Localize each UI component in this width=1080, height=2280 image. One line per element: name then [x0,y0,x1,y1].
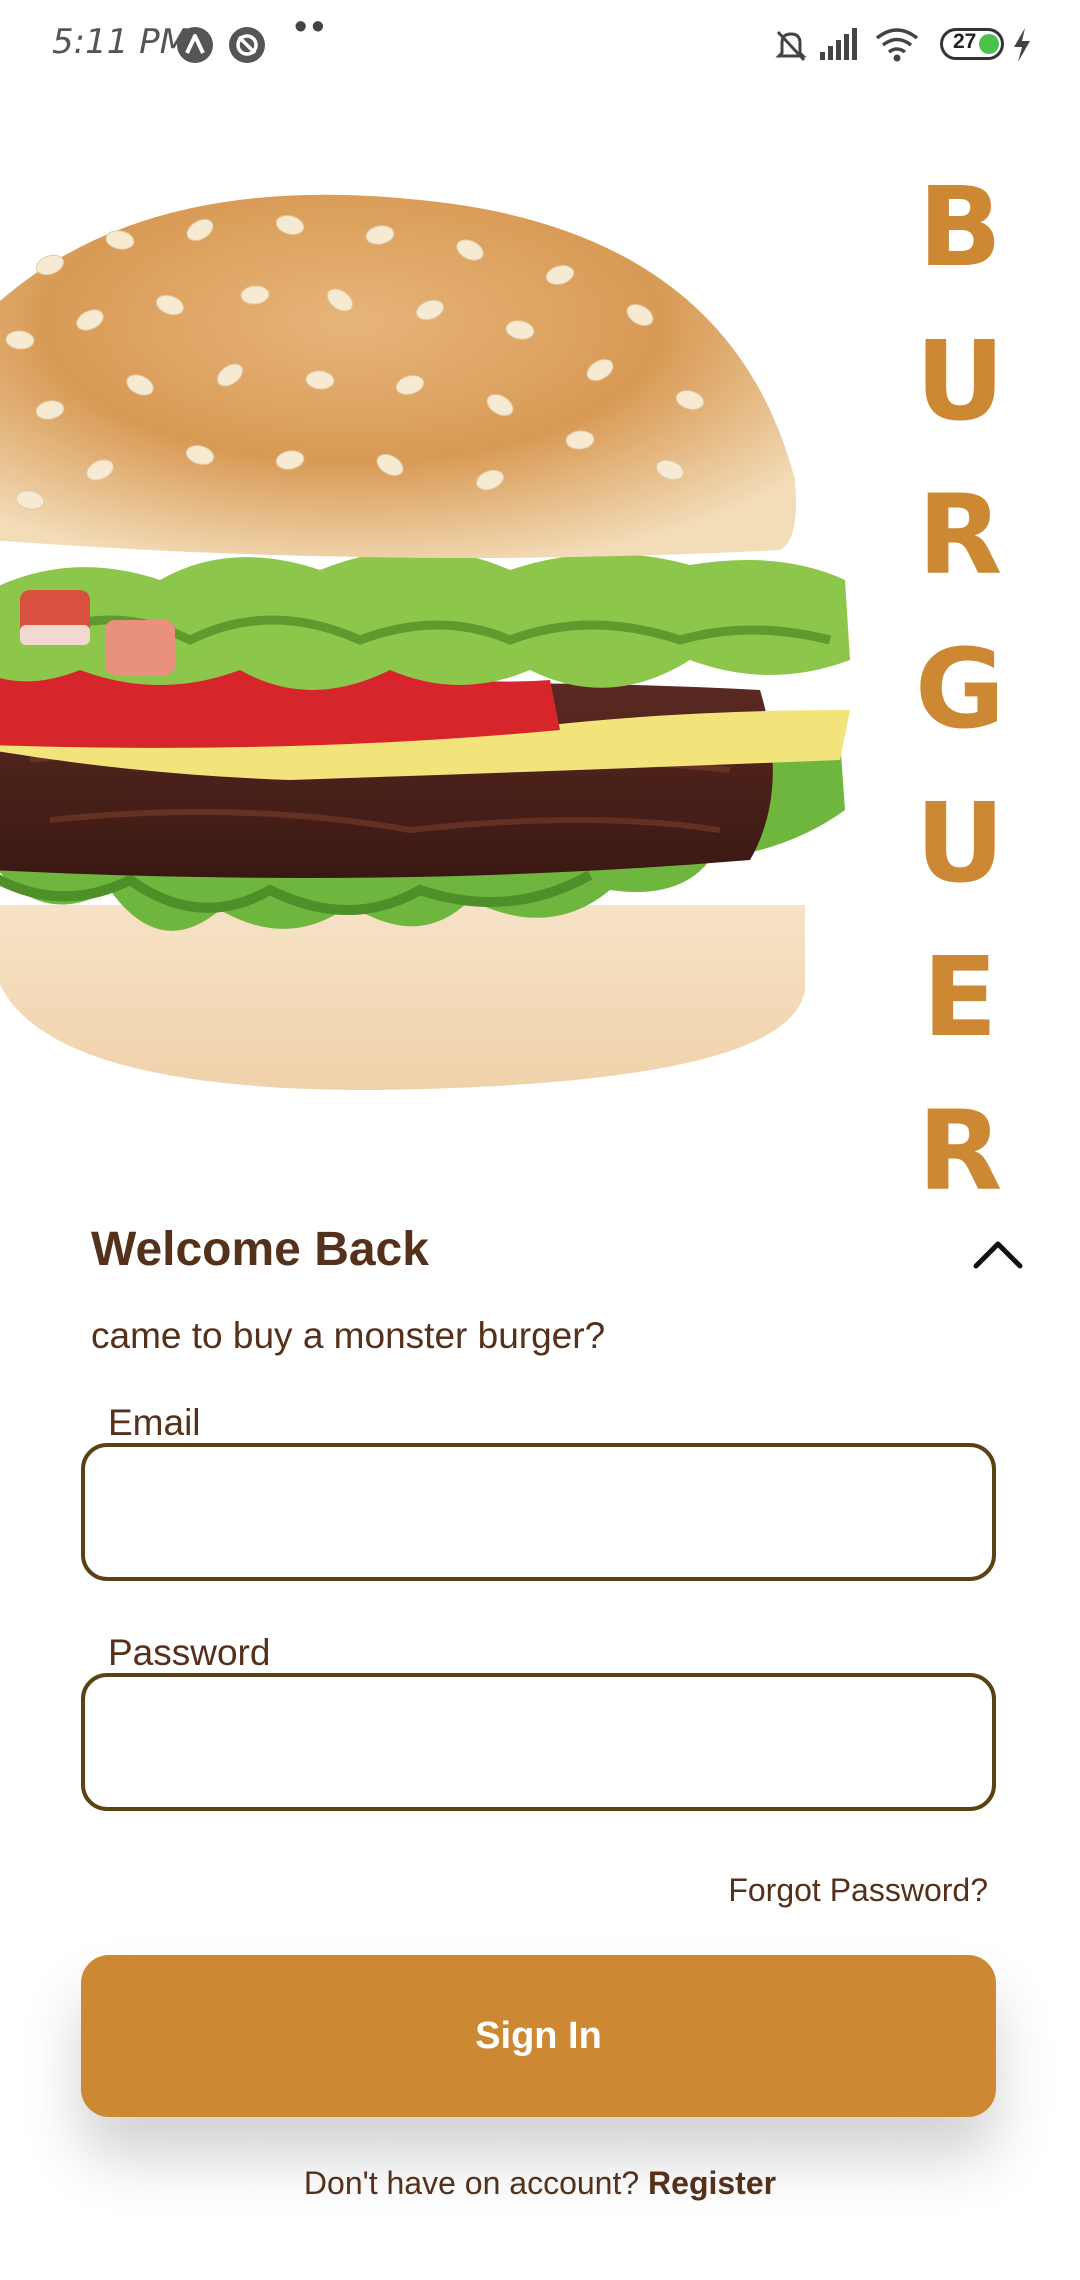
welcome-subtitle: came to buy a monster burger? [91,1315,606,1356]
password-field[interactable] [81,1673,996,1811]
status-bar: 5:11 PM •• 27 [0,0,1080,90]
forgot-password-link[interactable]: Forgot Password? [728,1872,988,1909]
app-icon-a [177,27,213,63]
app-icon-block [229,27,265,63]
brand-letter: R [917,1087,1003,1215]
burger-illustration [0,194,850,1090]
chevron-up-icon[interactable] [970,1236,1026,1272]
battery-level: 27 [953,30,977,53]
status-overflow-dots: •• [294,6,329,48]
email-label: Email [108,1402,201,1443]
email-field[interactable] [81,1443,996,1581]
brand-letter: R [917,471,1003,599]
wifi-icon [875,28,919,62]
brand-letter: U [915,317,1005,445]
welcome-title: Welcome Back [91,1223,429,1276]
battery-fill [979,34,999,54]
mute-bell-icon [775,30,807,62]
battery-icon: 27 [940,28,1004,60]
brand-letter: U [915,779,1005,907]
status-time: 5:11 PM [52,22,189,62]
brand-letter: G [914,625,1006,753]
signal-icon [820,28,857,60]
register-link[interactable]: Register [648,2165,776,2201]
charging-icon [1014,28,1030,62]
brand-letter: B [918,163,1002,291]
password-label: Password [108,1632,271,1673]
register-row: Don't have on account? Register [0,2165,1080,2202]
brand-letter: E [922,933,998,1061]
sign-in-button[interactable]: Sign In [81,1955,996,2117]
brand-burger-vertical: B U R G U E R [915,150,1005,1228]
register-prompt: Don't have on account? [303,2165,640,2201]
